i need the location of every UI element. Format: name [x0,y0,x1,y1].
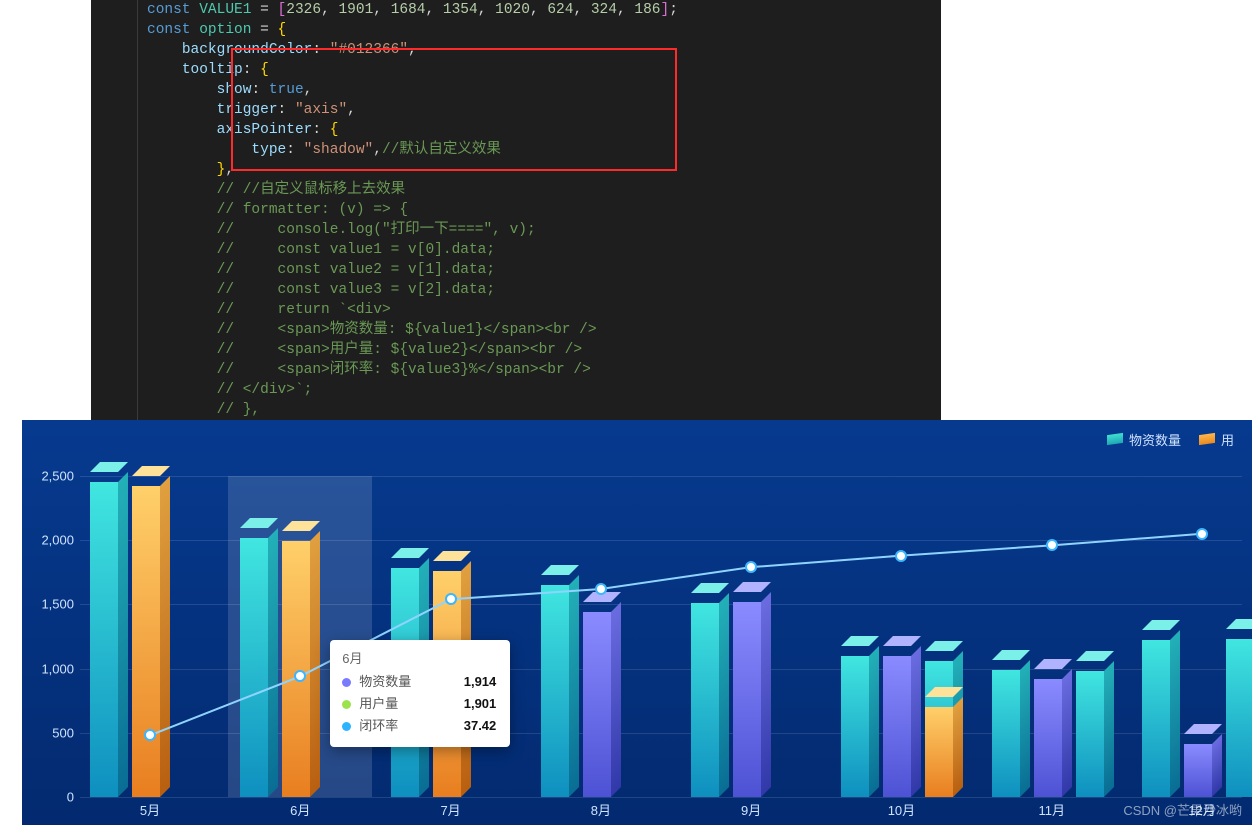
x-axis-tick: 7月 [440,800,460,819]
code-line[interactable]: // const value1 = v[0].data; [147,240,941,260]
dot-icon [342,678,351,687]
plot-area[interactable]: 05001,0001,5002,0002,5005月6月7月8月9月10月11月… [80,476,1242,797]
code-line[interactable]: backgroundColor: "#012366", [147,40,941,60]
code-line[interactable]: // console.log("打印一下====", v); [147,220,941,240]
line-point[interactable] [1046,539,1058,551]
code-line[interactable]: // <span>物资数量: ${value1}</span><br /> [147,320,941,340]
x-axis-tick: 8月 [591,800,611,819]
chart-container[interactable]: 物资数量 用 05001,0001,5002,0002,5005月6月7月8月9… [22,420,1252,825]
watermark: CSDN @芒果沙冰哟 [1123,800,1242,819]
code-line[interactable]: const option = { [147,20,941,40]
code-line[interactable]: // const value3 = v[2].data; [147,280,941,300]
code-line[interactable]: // const value2 = v[1].data; [147,260,941,280]
y-axis-tick: 2,000 [30,533,74,548]
code-line[interactable]: // //自定义鼠标移上去效果 [147,180,941,200]
legend-label: 物资数量 [1129,430,1181,449]
code-line[interactable]: type: "shadow",//默认自定义效果 [147,140,941,160]
line-point[interactable] [895,550,907,562]
tooltip-row: 闭环率 37.42 [342,715,496,737]
x-axis-tick: 9月 [741,800,761,819]
x-axis-tick: 5月 [140,800,160,819]
code-line[interactable]: // <span>用户量: ${value2}</span><br /> [147,340,941,360]
tooltip-label: 物资数量 [359,671,455,693]
tooltip-title: 6月 [342,648,496,667]
y-axis-tick: 500 [30,725,74,740]
tooltip-label: 用户量 [359,693,455,715]
legend-label: 用 [1221,430,1234,449]
code-line[interactable]: // </div>`; [147,380,941,400]
legend-item-1[interactable]: 物资数量 [1107,430,1181,449]
code-editor[interactable]: const VALUE1 = [2326, 1901, 1684, 1354, … [91,0,941,470]
tooltip-value: 1,914 [464,671,497,693]
tooltip-value: 1,901 [464,693,497,715]
legend-item-2[interactable]: 用 [1199,430,1234,449]
y-axis-tick: 1,500 [30,597,74,612]
code-line[interactable]: show: true, [147,80,941,100]
legend: 物资数量 用 [1107,430,1234,449]
y-axis-tick: 1,000 [30,661,74,676]
code-line[interactable]: // <span>闭环率: ${value3}%</span><br /> [147,360,941,380]
x-axis-tick: 11月 [1038,800,1065,819]
line-point[interactable] [595,583,607,595]
tooltip-value: 37.42 [464,715,497,737]
dot-icon [342,722,351,731]
line-point[interactable] [294,670,306,682]
code-line[interactable]: tooltip: { [147,60,941,80]
gridline [80,797,1242,798]
tooltip-row: 用户量 1,901 [342,693,496,715]
line-point[interactable] [144,729,156,741]
line-series [80,476,1242,797]
y-axis-tick: 2,500 [30,469,74,484]
code-line[interactable]: trigger: "axis", [147,100,941,120]
code-line[interactable]: }, [147,160,941,180]
code-line[interactable]: const VALUE1 = [2326, 1901, 1684, 1354, … [147,0,941,20]
code-line[interactable]: axisPointer: { [147,120,941,140]
code-line[interactable]: // return `<div> [147,300,941,320]
x-axis-tick: 10月 [888,800,915,819]
code-line[interactable]: // formatter: (v) => { [147,200,941,220]
line-point[interactable] [445,593,457,605]
y-axis-tick: 0 [30,790,74,805]
line-point[interactable] [1196,528,1208,540]
gutter [91,0,147,470]
code-line[interactable]: // }, [147,400,941,420]
x-axis-tick: 6月 [290,800,310,819]
line-point[interactable] [745,561,757,573]
tooltip-label: 闭环率 [359,715,455,737]
dot-icon [342,700,351,709]
tooltip: 6月物资数量 1,914 用户量 1,901 闭环率 37.42 [330,640,510,747]
tooltip-row: 物资数量 1,914 [342,671,496,693]
